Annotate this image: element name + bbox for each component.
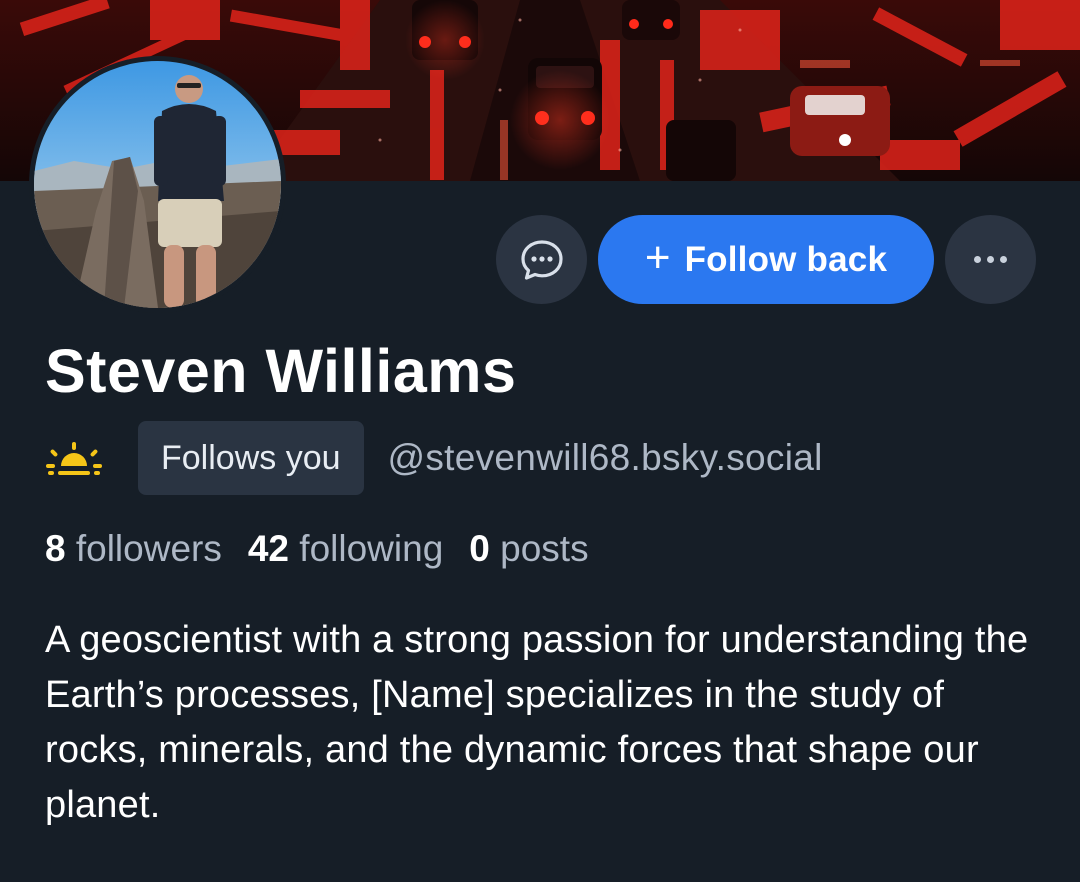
posts-count: 0	[469, 528, 490, 569]
plus-icon: +	[644, 232, 671, 282]
profile-handle[interactable]: @stevenwill68.bsky.social	[388, 437, 823, 479]
following-stat[interactable]: 42 following	[248, 528, 443, 570]
posts-label: posts	[500, 528, 589, 569]
posts-stat: 0 posts	[469, 528, 588, 570]
profile-bio: A geoscientist with a strong passion for…	[45, 619, 1029, 826]
ellipsis-icon	[1000, 256, 1007, 263]
ellipsis-icon	[987, 256, 994, 263]
followers-count: 8	[45, 528, 66, 569]
follows-you-badge: Follows you	[138, 421, 364, 495]
profile-page: + Follow back Steven Williams Follows yo…	[0, 0, 1080, 882]
followers-stat[interactable]: 8 followers	[45, 528, 222, 570]
profile-meta-row: Follows you @stevenwill68.bsky.social	[44, 421, 823, 495]
avatar-photo	[34, 61, 281, 308]
message-button[interactable]	[496, 215, 587, 304]
profile-stats: 8 followers 42 following 0 posts	[45, 528, 615, 570]
following-label: following	[299, 528, 444, 569]
sunrise-icon[interactable]	[44, 438, 104, 478]
follow-back-label: Follow back	[684, 239, 888, 279]
display-name: Steven Williams	[45, 337, 517, 405]
ellipsis-icon	[974, 256, 981, 263]
following-count: 42	[247, 528, 290, 569]
followers-label: followers	[75, 528, 222, 569]
more-options-button[interactable]	[945, 215, 1036, 304]
follow-back-button[interactable]: + Follow back	[598, 215, 934, 304]
avatar[interactable]	[29, 56, 286, 313]
chat-bubble-icon	[520, 239, 563, 280]
